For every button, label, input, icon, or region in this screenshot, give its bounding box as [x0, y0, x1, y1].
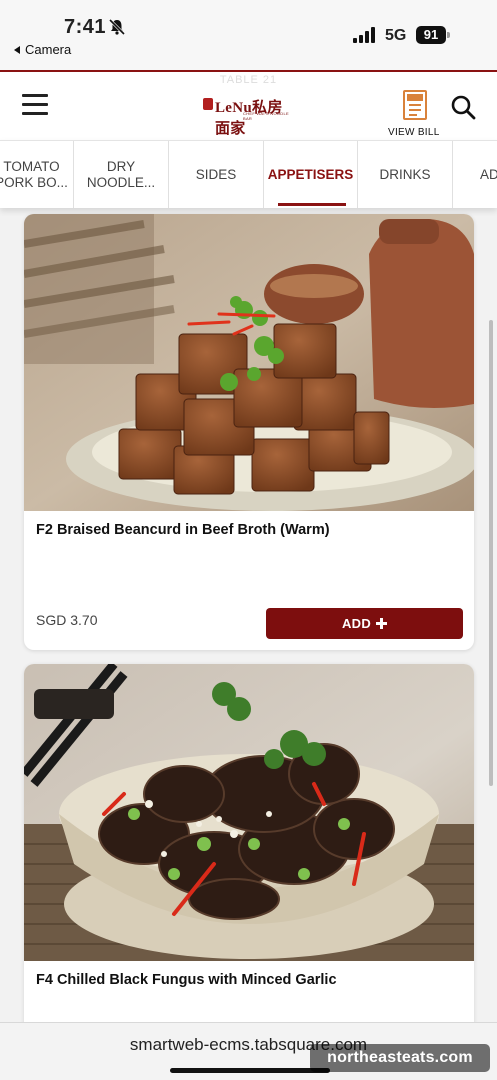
app-header: TABLE 21 LeNu私房面家 CHEF WAI'S NOODLE BAR …	[0, 72, 497, 140]
search-icon[interactable]	[450, 94, 476, 120]
tab-drinks[interactable]: DRINKS	[358, 141, 453, 208]
logo-mark	[203, 98, 213, 110]
bell-slash-icon	[108, 18, 126, 36]
active-tab-indicator	[278, 203, 346, 206]
view-bill-label[interactable]: VIEW BILL	[388, 127, 440, 138]
add-button-label: ADD	[341, 616, 372, 631]
plus-icon	[376, 618, 388, 629]
back-to-camera-link[interactable]: Camera	[14, 42, 71, 57]
back-arrow-icon	[14, 45, 20, 54]
braised-beancurd-photo[interactable]	[24, 214, 474, 511]
menu-item-title: F4 Chilled Black Fungus with Minced Garl…	[36, 972, 337, 988]
menu-item-price: SGD 3.70	[36, 612, 98, 628]
tab-appetisers[interactable]: APPETISERS	[264, 141, 358, 208]
hamburger-menu-icon[interactable]	[22, 94, 48, 116]
restaurant-logo[interactable]: LeNu私房面家 CHEF WAI'S NOODLE BAR	[203, 94, 295, 137]
battery-level: 91	[416, 26, 446, 44]
category-tabs: TOMATO PORK BO... DRY NOODLE... SIDES APPE…	[0, 140, 497, 208]
menu-item-card[interactable]: F4 Chilled Black Fungus with Minced Garl…	[24, 664, 474, 1064]
scrollbar[interactable]	[489, 320, 493, 786]
status-time: 7:41	[64, 16, 107, 38]
cellular-signal-icon	[353, 27, 377, 43]
tab-tomato-pork-bone[interactable]: TOMATO PORK BO...	[0, 141, 74, 208]
tab-sides[interactable]: SIDES	[169, 141, 264, 208]
battery-icon: 91	[416, 26, 450, 44]
watermark: northeasteats.com	[310, 1044, 490, 1072]
bill-icon[interactable]	[403, 90, 427, 120]
page: 7:41 Camera 5G 91 TABLE 21 LeNu私房面家 CHEF…	[0, 0, 497, 1080]
logo-subtitle: CHEF WAI'S NOODLE BAR	[243, 111, 289, 121]
tab-dry-noodle[interactable]: DRY NOODLE...	[74, 141, 169, 208]
table-label: TABLE 21	[219, 74, 278, 86]
back-app-label: Camera	[25, 42, 72, 57]
black-fungus-photo[interactable]	[24, 664, 474, 961]
network-label: 5G	[385, 27, 407, 44]
menu-item-title: F2 Braised Beancurd in Beef Broth (Warm)	[36, 522, 330, 538]
menu-item-card[interactable]: F2 Braised Beancurd in Beef Broth (Warm)…	[24, 214, 474, 650]
home-indicator[interactable]	[170, 1068, 330, 1073]
add-to-order-button[interactable]: ADD	[266, 608, 463, 639]
status-bar: 7:41 Camera 5G 91	[0, 0, 497, 70]
tab-add-ons[interactable]: AD	[453, 141, 497, 208]
